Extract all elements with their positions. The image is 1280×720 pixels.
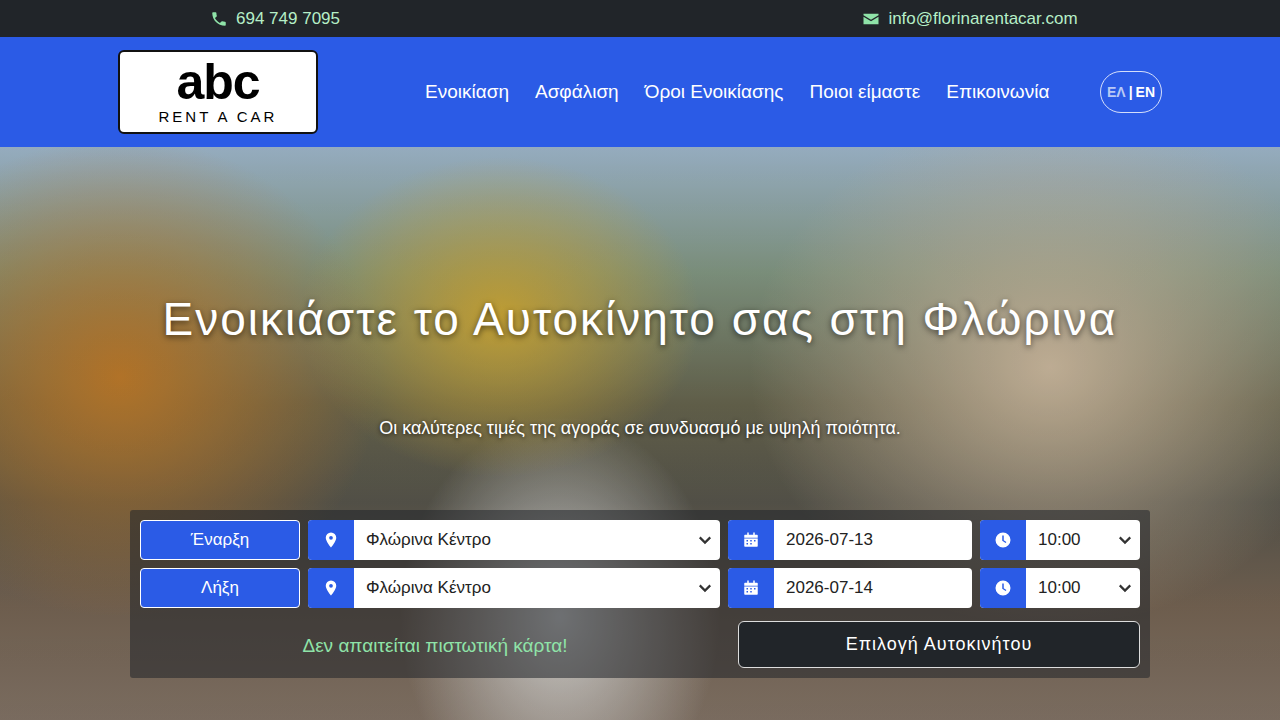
language-separator: |	[1129, 84, 1133, 100]
form-footer: Δεν απαιτείται πιστωτική κάρτα!Επιλογή Α…	[140, 621, 1140, 668]
nav-link[interactable]: Ασφάλιση	[535, 81, 619, 103]
chevron-down-icon	[698, 581, 712, 595]
time-select-value[interactable]: 10:00	[1026, 568, 1110, 608]
nav-link[interactable]: Επικοινωνία	[946, 81, 1049, 103]
credit-card-note: Δεν απαιτείται πιστωτική κάρτα!	[140, 621, 730, 668]
select-car-button[interactable]: Επιλογή Αυτοκινήτου	[738, 621, 1140, 668]
logo-mark: abc	[176, 60, 259, 104]
phone-icon	[210, 10, 228, 28]
language-option[interactable]: ΕΛ	[1107, 84, 1126, 100]
calendar-icon	[742, 531, 760, 549]
phone-contact[interactable]: 694 749 7095	[0, 9, 640, 29]
time-select[interactable]: 10:00	[980, 520, 1140, 560]
chevron-down-icon	[1118, 581, 1132, 595]
form-row: Λήξη Φλώρινα Κέντρο 2026-07-14 10:00	[140, 568, 1140, 608]
location-select-value[interactable]: Φλώρινα Κέντρο	[354, 520, 690, 560]
nav-links: Ενοικίαση Ασφάλιση Όροι Ενοικίασης Ποιοι εί…	[425, 81, 1049, 103]
date-input-addon	[728, 568, 774, 608]
clock-icon	[994, 531, 1012, 549]
dropdown-arrow	[1110, 568, 1140, 608]
chevron-down-icon	[698, 533, 712, 547]
time-select-addon	[980, 568, 1026, 608]
clock-icon	[994, 579, 1012, 597]
dropdown-arrow	[1110, 520, 1140, 560]
language-option[interactable]: EN	[1136, 84, 1155, 100]
email-address[interactable]: info@florinarentacar.com	[888, 9, 1077, 29]
location-select-addon	[308, 520, 354, 560]
top-bar: 694 749 7095 info@florinarentacar.com	[0, 0, 1280, 37]
booking-form: Έναρξη Φλώρινα Κέντρο 2026-07-13 10:00 Λήξη Φ…	[130, 510, 1150, 678]
nav-link[interactable]: Ενοικίαση	[425, 81, 509, 103]
time-select-addon	[980, 520, 1026, 560]
navbar: abc RENT A CAR Ενοικίαση Ασφάλιση Όροι Ενοικ…	[0, 37, 1280, 147]
map-pin-icon	[322, 579, 340, 597]
hero-title: Ενοικιάστε το Αυτοκίνητο σας στη Φλώρινα	[163, 289, 1118, 349]
row-label: Έναρξη	[140, 520, 300, 560]
time-select[interactable]: 10:00	[980, 568, 1140, 608]
location-select[interactable]: Φλώρινα Κέντρο	[308, 568, 720, 608]
nav-link[interactable]: Όροι Ενοικίασης	[645, 81, 784, 103]
date-input[interactable]: 2026-07-13	[728, 520, 972, 560]
date-input-addon	[728, 520, 774, 560]
dropdown-arrow	[690, 568, 720, 608]
location-select[interactable]: Φλώρινα Κέντρο	[308, 520, 720, 560]
nav-link[interactable]: Ποιοι είμαστε	[809, 81, 920, 103]
date-input-value[interactable]: 2026-07-14	[774, 568, 972, 608]
form-row: Έναρξη Φλώρινα Κέντρο 2026-07-13 10:00	[140, 520, 1140, 560]
email-contact[interactable]: info@florinarentacar.com	[640, 9, 1280, 29]
row-label: Λήξη	[140, 568, 300, 608]
hero: Ενοικιάστε το Αυτοκίνητο σας στη Φλώρινα…	[0, 147, 1280, 720]
logo[interactable]: abc RENT A CAR	[118, 50, 318, 134]
logo-tagline: RENT A CAR	[159, 108, 278, 125]
chevron-down-icon	[1118, 533, 1132, 547]
language-switcher: ΕΛ|EN	[1100, 71, 1162, 113]
date-input[interactable]: 2026-07-14	[728, 568, 972, 608]
date-input-value[interactable]: 2026-07-13	[774, 520, 972, 560]
hero-subtitle: Οι καλύτερες τιμές της αγοράς σε συνδυασ…	[379, 416, 901, 440]
map-pin-icon	[322, 531, 340, 549]
time-select-value[interactable]: 10:00	[1026, 520, 1110, 560]
phone-number[interactable]: 694 749 7095	[236, 9, 340, 29]
calendar-icon	[742, 579, 760, 597]
dropdown-arrow	[690, 520, 720, 560]
location-select-addon	[308, 568, 354, 608]
location-select-value[interactable]: Φλώρινα Κέντρο	[354, 568, 690, 608]
envelope-icon	[862, 10, 880, 28]
